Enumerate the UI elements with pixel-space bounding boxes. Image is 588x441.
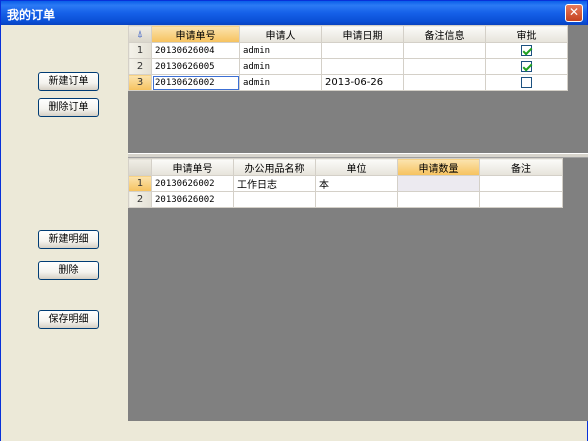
row-header[interactable]: 1 bbox=[128, 42, 152, 59]
note-cell[interactable] bbox=[403, 74, 486, 91]
column-header-note[interactable]: 备注信息 bbox=[403, 25, 486, 43]
date-cell[interactable] bbox=[321, 42, 404, 59]
column-header-unit[interactable]: 单位 bbox=[315, 158, 398, 176]
approval-cell[interactable] bbox=[485, 42, 568, 59]
details-grid-area: 申请单号 办公用品名称 单位 申请数量 备注 1 20130626002 工作日… bbox=[128, 158, 588, 421]
applicant-cell[interactable]: admin bbox=[239, 74, 322, 91]
delete-detail-button[interactable]: 删除 bbox=[38, 261, 99, 280]
date-cell[interactable]: 2013-06-26 bbox=[321, 74, 404, 91]
orders-grid: ⍋ 申请单号 申请人 申请日期 备注信息 审批 1 20130626004 ad… bbox=[128, 25, 568, 91]
table-row[interactable]: 2 20130626002 bbox=[128, 191, 563, 208]
order-id-cell[interactable]: 20130626002 bbox=[151, 175, 234, 192]
row-header[interactable]: 2 bbox=[128, 58, 152, 75]
table-row[interactable]: 2 20130626005 admin bbox=[128, 58, 568, 75]
column-header-order-id[interactable]: 申请单号 bbox=[151, 158, 234, 176]
button-panel: 新建订单 删除订单 新建明细 删除 保存明细 bbox=[1, 25, 128, 441]
applicant-cell[interactable]: admin bbox=[239, 58, 322, 75]
column-header-quantity[interactable]: 申请数量 bbox=[397, 158, 480, 176]
row-header[interactable]: 1 bbox=[128, 175, 152, 192]
row-header[interactable]: 3 bbox=[128, 74, 152, 91]
quantity-cell[interactable] bbox=[397, 175, 480, 192]
details-header-row: 申请单号 办公用品名称 单位 申请数量 备注 bbox=[128, 158, 563, 176]
approval-cell[interactable] bbox=[485, 74, 568, 91]
order-id-cell[interactable]: 20130626005 bbox=[151, 58, 240, 75]
quantity-cell[interactable] bbox=[397, 191, 480, 208]
order-id-cell[interactable]: 20130626002 bbox=[151, 191, 234, 208]
table-row[interactable]: 3 20130626002 admin 2013-06-26 bbox=[128, 74, 568, 91]
approval-checkbox[interactable] bbox=[521, 60, 532, 72]
orders-header-row: ⍋ 申请单号 申请人 申请日期 备注信息 审批 bbox=[128, 25, 568, 43]
order-id-cell[interactable]: 20130626002 bbox=[151, 74, 240, 91]
column-header-applicant[interactable]: 申请人 bbox=[239, 25, 322, 43]
close-icon[interactable]: ✕ bbox=[565, 4, 583, 22]
new-order-button[interactable]: 新建订单 bbox=[38, 72, 99, 91]
item-name-cell[interactable] bbox=[233, 191, 316, 208]
unit-cell[interactable]: 本 bbox=[315, 175, 398, 192]
approval-checkbox[interactable] bbox=[521, 44, 532, 56]
column-header-approval[interactable]: 审批 bbox=[485, 25, 568, 43]
status-bar bbox=[1, 421, 587, 441]
note-cell[interactable] bbox=[403, 58, 486, 75]
window-title: 我的订单 bbox=[7, 8, 56, 22]
note-cell[interactable] bbox=[403, 42, 486, 59]
new-detail-button[interactable]: 新建明细 bbox=[38, 230, 99, 249]
row-header[interactable]: 2 bbox=[128, 191, 152, 208]
table-row[interactable]: 1 20130626002 工作日志 本 bbox=[128, 175, 563, 192]
applicant-cell[interactable]: admin bbox=[239, 42, 322, 59]
column-header-order-id[interactable]: 申请单号 bbox=[151, 25, 240, 43]
select-all-corner-icon[interactable]: ⍋ bbox=[128, 25, 152, 43]
order-window: 我的订单 ✕ 新建订单 删除订单 新建明细 删除 保存明细 ⍋ 申请单号 申请人… bbox=[0, 0, 588, 441]
approval-cell[interactable] bbox=[485, 58, 568, 75]
column-header-item-name[interactable]: 办公用品名称 bbox=[233, 158, 316, 176]
date-cell[interactable] bbox=[321, 58, 404, 75]
remark-cell[interactable] bbox=[479, 175, 563, 192]
column-header-remark[interactable]: 备注 bbox=[479, 158, 563, 176]
table-row[interactable]: 1 20130626004 admin bbox=[128, 42, 568, 59]
column-header-date[interactable]: 申请日期 bbox=[321, 25, 404, 43]
title-bar[interactable]: 我的订单 ✕ bbox=[1, 1, 587, 25]
details-grid: 申请单号 办公用品名称 单位 申请数量 备注 1 20130626002 工作日… bbox=[128, 158, 563, 208]
unit-cell[interactable] bbox=[315, 191, 398, 208]
order-id-cell[interactable]: 20130626004 bbox=[151, 42, 240, 59]
item-name-cell[interactable]: 工作日志 bbox=[233, 175, 316, 192]
select-all-corner[interactable] bbox=[128, 158, 152, 176]
orders-grid-area: ⍋ 申请单号 申请人 申请日期 备注信息 审批 1 20130626004 ad… bbox=[128, 25, 588, 155]
approval-checkbox[interactable] bbox=[521, 76, 532, 88]
remark-cell[interactable] bbox=[479, 191, 563, 208]
delete-order-button[interactable]: 删除订单 bbox=[38, 98, 99, 117]
save-detail-button[interactable]: 保存明细 bbox=[38, 310, 99, 329]
